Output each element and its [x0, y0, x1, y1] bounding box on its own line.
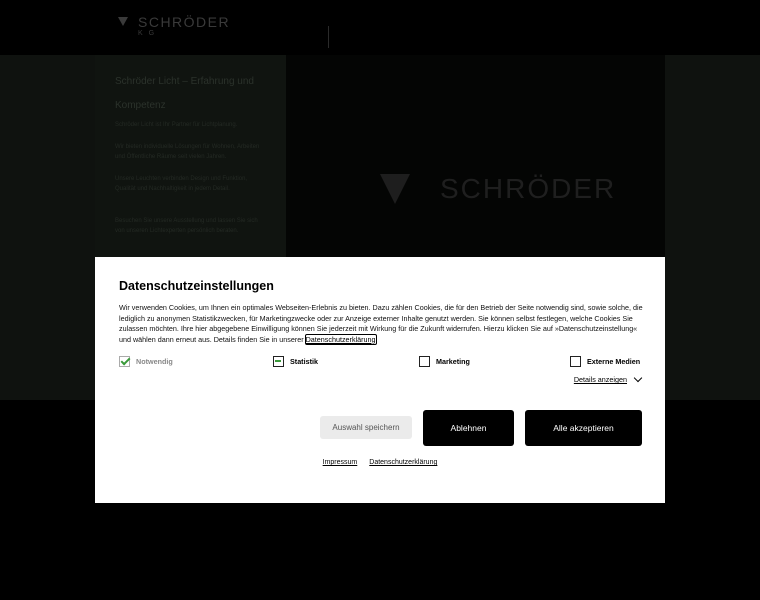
header-logo-subtext: KG: [138, 30, 161, 37]
save-selection-button[interactable]: Auswahl speichern: [320, 416, 412, 439]
option-statistics[interactable]: Statistik: [273, 356, 318, 367]
hero-image: [286, 55, 665, 257]
necessary-label: Notwendig: [136, 357, 173, 366]
privacy-policy-link[interactable]: Datenschutzerklärung: [304, 333, 377, 345]
hero-logo-text: SCHRÖDER: [440, 173, 617, 204]
cookie-options: Notwendig Statistik Marketing Externe Me…: [119, 356, 643, 370]
imprint-link[interactable]: Impressum: [323, 459, 358, 466]
dialog-title: Datenschutzeinstellungen: [119, 279, 274, 293]
statistics-checkbox[interactable]: [273, 356, 284, 367]
marketing-checkbox[interactable]: [419, 356, 430, 367]
hero-panel-paragraph: Wir bieten individuelle Lösungen für Woh…: [115, 144, 260, 160]
details-label[interactable]: Details anzeigen: [574, 375, 627, 384]
dialog-footer-links: Impressum Datenschutzerklärung: [95, 459, 665, 466]
details-toggle[interactable]: Details anzeigen: [574, 373, 643, 384]
statistics-label[interactable]: Statistik: [290, 357, 318, 366]
hero-panel-paragraph: Besuchen Sie unsere Ausstellung und lass…: [115, 218, 258, 234]
hero-panel-paragraph: Schröder Licht ist Ihr Partner für Licht…: [115, 122, 238, 128]
site-header: [0, 0, 760, 55]
header-logo[interactable]: SCHRÖDER KG: [118, 14, 230, 38]
option-marketing[interactable]: Marketing: [419, 356, 470, 367]
hero-logo: SCHRÖDER: [380, 173, 616, 205]
dialog-body-text: Wir verwenden Cookies, um Ihnen ein opti…: [119, 303, 643, 344]
cookie-consent-dialog: Datenschutzeinstellungen Wir verwenden C…: [95, 257, 665, 503]
option-necessary: Notwendig: [119, 356, 173, 367]
hero-left-edge: [0, 55, 95, 400]
privacy-link[interactable]: Datenschutzerklärung: [369, 459, 437, 466]
logo-triangle-icon: [118, 17, 128, 26]
marketing-label[interactable]: Marketing: [436, 357, 470, 366]
logo-triangle-icon: [380, 174, 410, 204]
chevron-down-icon[interactable]: [633, 373, 643, 383]
external-media-checkbox[interactable]: [570, 356, 581, 367]
option-external-media[interactable]: Externe Medien: [570, 356, 640, 367]
necessary-checkbox: [119, 356, 130, 367]
hero-panel-title: Schröder Licht – Erfahrung und Kompetenz: [115, 76, 254, 111]
header-divider: [328, 26, 329, 48]
hero-right-edge: [665, 55, 760, 400]
header-logo-text: SCHRÖDER: [138, 14, 231, 30]
hero-panel-paragraph: Unsere Leuchten verbinden Design und Fun…: [115, 176, 248, 192]
external-media-label[interactable]: Externe Medien: [587, 357, 640, 366]
accept-all-button[interactable]: Alle akzeptieren: [525, 410, 642, 446]
dialog-body: Wir verwenden Cookies, um Ihnen ein opti…: [119, 303, 643, 345]
reject-button[interactable]: Ablehnen: [423, 410, 514, 446]
